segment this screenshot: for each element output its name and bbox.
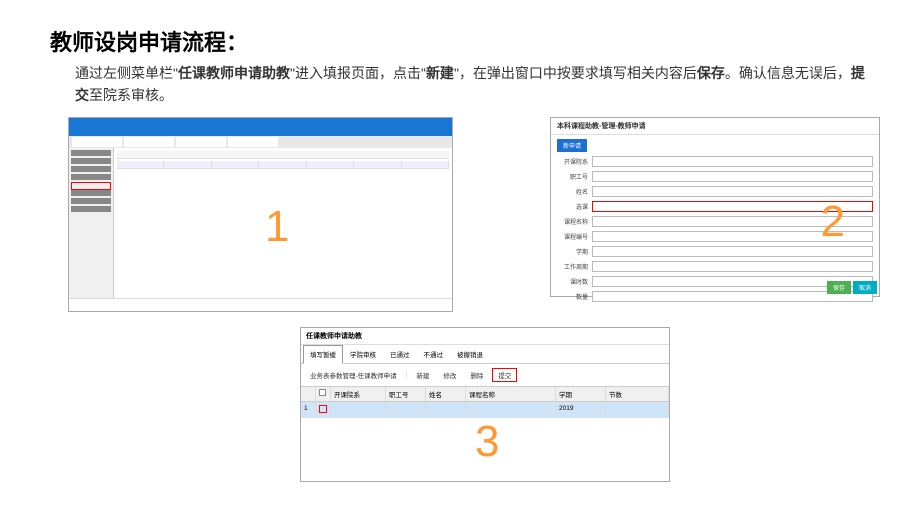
browser-tab[interactable] <box>176 137 226 147</box>
td <box>386 402 426 418</box>
form-label: 数量 <box>557 292 592 301</box>
th-index <box>301 387 316 401</box>
form-input[interactable] <box>592 261 873 272</box>
tabbar: 填写暂缓 学院审核 已通过 不通过 被撤销退 <box>301 345 669 364</box>
th: 职工号 <box>386 387 426 401</box>
delete-button[interactable]: 删除 <box>465 368 488 382</box>
form-label: 学期 <box>557 247 592 256</box>
table-header: 开课院系 职工号 姓名 课程名称 学期 节数 <box>301 386 669 402</box>
browser-tabs <box>69 136 452 148</box>
form-input[interactable] <box>592 186 873 197</box>
new-application-button[interactable]: 新申请 <box>557 139 587 152</box>
td-check[interactable] <box>316 402 331 418</box>
form-input[interactable] <box>592 171 873 182</box>
screenshot-1 <box>68 117 453 312</box>
submit-button[interactable]: 提交 <box>492 368 517 382</box>
th: 姓名 <box>426 387 466 401</box>
step-number-1: 1 <box>265 202 289 252</box>
form-label: 课程编号 <box>557 232 592 241</box>
sidebar-item[interactable] <box>71 190 111 196</box>
form-label: 选课 <box>557 202 592 211</box>
sidebar-item-highlighted[interactable] <box>71 182 111 190</box>
breadcrumb-label: 业务表参数管理-任课教师申请 <box>305 368 402 382</box>
th: 学期 <box>556 387 606 401</box>
browser-tab[interactable] <box>228 137 278 147</box>
browser-tab[interactable] <box>72 137 122 147</box>
th <box>259 161 306 169</box>
th: 开课院系 <box>331 387 386 401</box>
form-input[interactable] <box>592 246 873 257</box>
sidebar <box>69 148 114 298</box>
step-number-3: 3 <box>475 417 499 467</box>
desc-bold-menu: 任课教师申请助教 <box>178 65 290 81</box>
form-input[interactable] <box>592 156 873 167</box>
sidebar-item[interactable] <box>71 174 111 180</box>
toolbar <box>117 151 449 159</box>
cancel-button[interactable]: 取消 <box>853 281 877 294</box>
desc-bold-save: 保存 <box>697 65 725 81</box>
form-label: 姓名 <box>557 187 592 196</box>
desc-bold-new: 新建 <box>426 65 454 81</box>
th <box>212 161 259 169</box>
td <box>466 402 556 418</box>
td: 2019 <box>556 402 606 418</box>
actions-bar: 业务表参数管理-任课教师申请 | 新建 修改 删除 提交 <box>301 364 669 386</box>
step-number-2: 2 <box>821 197 845 247</box>
panel-title: 任课教师申请助教 <box>301 328 669 345</box>
form-label: 工作周期 <box>557 262 592 271</box>
sidebar-item[interactable] <box>71 150 111 156</box>
th <box>307 161 354 169</box>
desc-text: 至院系审核。 <box>89 87 173 103</box>
desc-text: "，在弹出窗口中按要求填写相关内容后 <box>454 65 697 81</box>
th <box>354 161 401 169</box>
form-footer: 保存 取消 <box>825 279 879 296</box>
th: 课程名称 <box>466 387 556 401</box>
th: 节数 <box>606 387 669 401</box>
description: 通过左侧菜单栏"任课教师申请助教"进入填报页面，点击"新建"，在弹出窗口中按要求… <box>50 62 870 107</box>
new-button[interactable]: 新建 <box>411 368 434 382</box>
sidebar-item[interactable] <box>71 206 111 212</box>
th <box>164 161 211 169</box>
form-label: 课时数 <box>557 277 592 286</box>
browser-titlebar <box>69 118 452 136</box>
edit-button[interactable]: 修改 <box>438 368 461 382</box>
save-button[interactable]: 保存 <box>827 281 851 294</box>
tab-draft[interactable]: 填写暂缓 <box>303 345 343 364</box>
form-label: 职工号 <box>557 172 592 181</box>
sidebar-item[interactable] <box>71 158 111 164</box>
table-header <box>117 161 449 169</box>
page-title: 教师设岗申请流程： <box>50 25 870 57</box>
checkbox-highlighted-icon[interactable] <box>319 405 327 413</box>
sidebar-item[interactable] <box>71 198 111 204</box>
browser-tab[interactable] <box>124 137 174 147</box>
td <box>331 402 386 418</box>
td <box>606 402 669 418</box>
tab-withdrawn[interactable]: 被撤销退 <box>450 345 490 363</box>
tab-rejected[interactable]: 不通过 <box>417 345 451 363</box>
th <box>117 161 164 169</box>
form-header: 本科课程助教-管理-教师申请 <box>551 118 879 135</box>
screenshot-footer <box>69 298 452 310</box>
checkbox-icon[interactable] <box>319 389 326 396</box>
table-row[interactable]: 1 2019 <box>301 402 669 418</box>
th-check <box>316 387 331 401</box>
desc-text: 。确认信息无误后， <box>725 65 851 81</box>
th <box>402 161 449 169</box>
desc-text: "进入填报页面，点击" <box>290 65 426 81</box>
form-label: 开课院系 <box>557 157 592 166</box>
tab-passed[interactable]: 已通过 <box>383 345 417 363</box>
td <box>426 402 466 418</box>
screenshots-area: 本科课程助教-管理-教师申请 新申请 开课院系 职工号 姓名 选课 课程名称 课… <box>50 117 870 517</box>
sidebar-item[interactable] <box>71 166 111 172</box>
tab-review[interactable]: 学院审核 <box>343 345 383 363</box>
form-label: 课程名称 <box>557 217 592 226</box>
desc-text: 通过左侧菜单栏" <box>75 65 178 81</box>
td-index: 1 <box>301 402 316 418</box>
